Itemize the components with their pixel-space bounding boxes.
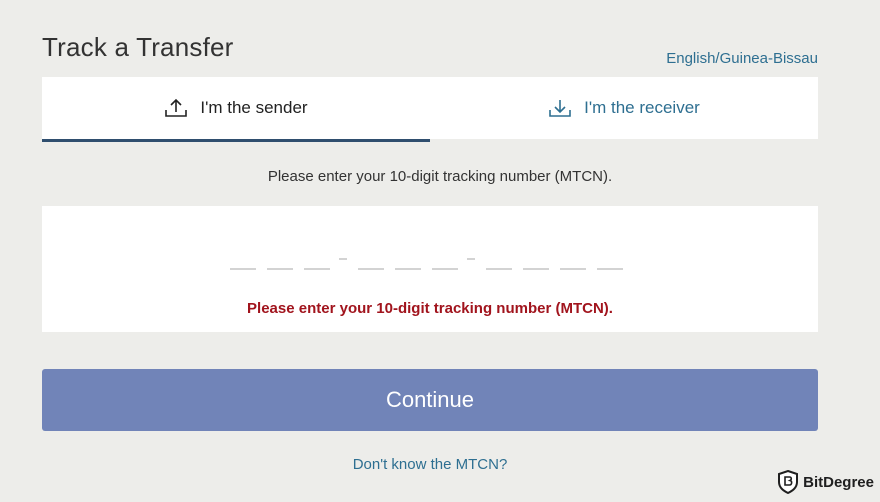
separator bbox=[339, 258, 347, 260]
digit-slot bbox=[230, 268, 256, 270]
digit-slot bbox=[304, 268, 330, 270]
mtcn-input[interactable] bbox=[230, 246, 634, 276]
digit-slot bbox=[486, 268, 512, 270]
continue-button[interactable]: Continue bbox=[42, 369, 818, 431]
digit-slot bbox=[523, 268, 549, 270]
tab-receiver[interactable]: I'm the receiver bbox=[430, 77, 818, 142]
shield-logo-icon bbox=[777, 470, 799, 494]
watermark-text: BitDegree bbox=[803, 473, 874, 491]
digit-slot bbox=[432, 268, 458, 270]
mtcn-instruction: Please enter your 10-digit tracking numb… bbox=[267, 168, 613, 185]
download-icon bbox=[548, 97, 572, 119]
dont-know-mtcn-link[interactable]: Don't know the MTCN? bbox=[0, 456, 860, 473]
upload-icon bbox=[164, 97, 188, 119]
tab-receiver-label: I'm the receiver bbox=[584, 98, 700, 117]
digit-slot bbox=[358, 268, 384, 270]
bitdegree-watermark: BitDegree bbox=[777, 470, 874, 494]
separator bbox=[467, 258, 475, 260]
page-title: Track a Transfer bbox=[42, 32, 234, 62]
error-message: Please enter your 10-digit tracking numb… bbox=[247, 300, 613, 317]
language-link[interactable]: English/Guinea-Bissau bbox=[666, 50, 818, 67]
tab-sender[interactable]: I'm the sender bbox=[42, 77, 430, 142]
digit-slot bbox=[267, 268, 293, 270]
digit-slot bbox=[395, 268, 421, 270]
digit-slot bbox=[560, 268, 586, 270]
tab-sender-label: I'm the sender bbox=[200, 98, 308, 117]
role-tabs: I'm the sender I'm the receiver bbox=[42, 77, 818, 142]
mtcn-panel: Please enter your 10-digit tracking numb… bbox=[42, 206, 818, 332]
digit-slot bbox=[597, 268, 623, 270]
